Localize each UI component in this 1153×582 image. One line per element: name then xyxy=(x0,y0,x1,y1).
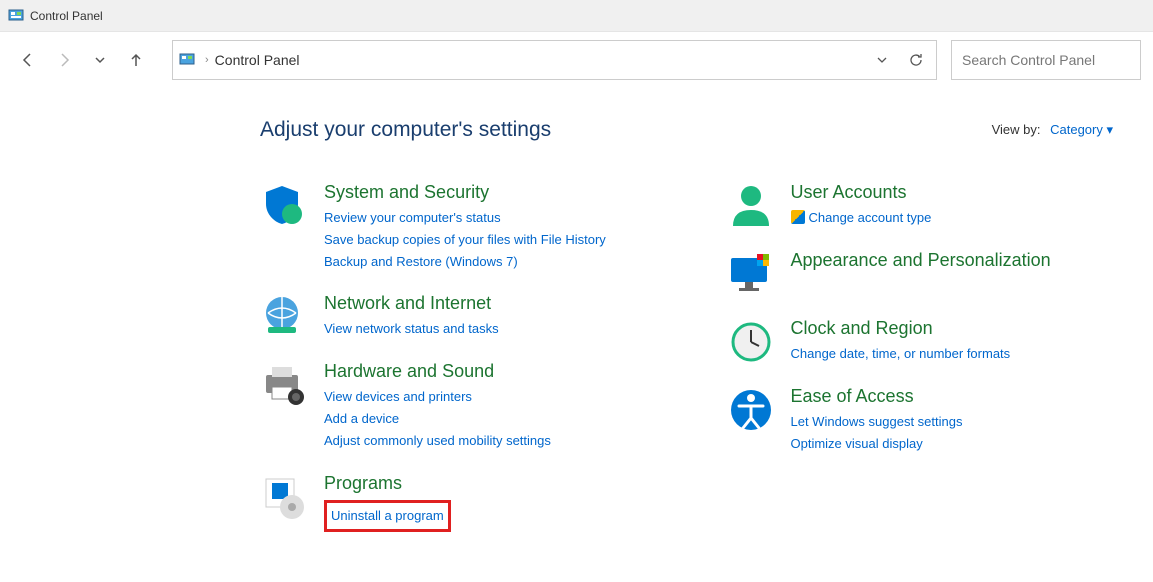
link-devices-printers[interactable]: View devices and printers xyxy=(324,386,551,408)
category-user-accounts: User Accounts Change account type xyxy=(727,182,1114,230)
search-input[interactable] xyxy=(962,52,1130,68)
programs-icon xyxy=(260,473,308,521)
toolbar: › Control Panel xyxy=(0,32,1153,88)
view-by-label: View by: xyxy=(992,122,1041,137)
link-backup-restore[interactable]: Backup and Restore (Windows 7) xyxy=(324,251,606,273)
right-column: User Accounts Change account type Appear… xyxy=(727,182,1114,552)
link-uninstall-program[interactable]: Uninstall a program xyxy=(331,508,444,523)
link-change-account-type[interactable]: Change account type xyxy=(791,207,932,229)
category-title[interactable]: Appearance and Personalization xyxy=(791,250,1051,271)
page-heading: Adjust your computer's settings xyxy=(260,118,551,142)
link-file-history[interactable]: Save backup copies of your files with Fi… xyxy=(324,229,606,251)
link-network-status[interactable]: View network status and tasks xyxy=(324,318,499,340)
link-mobility-settings[interactable]: Adjust commonly used mobility settings xyxy=(324,430,551,452)
window-title: Control Panel xyxy=(30,9,103,23)
control-panel-icon xyxy=(179,52,199,68)
user-icon xyxy=(727,182,775,230)
category-hardware: Hardware and Sound View devices and prin… xyxy=(260,361,647,452)
content-area: Adjust your computer's settings View by:… xyxy=(0,88,1153,582)
printer-icon xyxy=(260,361,308,409)
forward-button[interactable] xyxy=(48,44,80,76)
accessibility-icon xyxy=(727,386,775,434)
breadcrumb-separator-icon: › xyxy=(205,54,209,66)
link-add-device[interactable]: Add a device xyxy=(324,408,551,430)
globe-icon xyxy=(260,293,308,341)
link-review-status[interactable]: Review your computer's status xyxy=(324,207,606,229)
category-title[interactable]: Clock and Region xyxy=(791,318,1011,339)
category-ease-of-access: Ease of Access Let Windows suggest setti… xyxy=(727,386,1114,455)
view-by-dropdown[interactable]: Category ▾ xyxy=(1050,122,1113,137)
left-column: System and Security Review your computer… xyxy=(260,182,647,552)
category-system-security: System and Security Review your computer… xyxy=(260,182,647,273)
category-title[interactable]: User Accounts xyxy=(791,182,932,203)
up-button[interactable] xyxy=(120,44,152,76)
breadcrumb-path[interactable]: Control Panel xyxy=(215,52,862,68)
recent-locations-button[interactable] xyxy=(84,44,116,76)
category-clock: Clock and Region Change date, time, or n… xyxy=(727,318,1114,366)
category-programs: Programs Uninstall a program xyxy=(260,473,647,532)
category-title[interactable]: Network and Internet xyxy=(324,293,499,314)
monitor-icon xyxy=(727,250,775,298)
address-bar[interactable]: › Control Panel xyxy=(172,40,937,80)
category-appearance: Appearance and Personalization xyxy=(727,250,1114,298)
control-panel-icon xyxy=(8,8,24,24)
address-dropdown-button[interactable] xyxy=(868,46,896,74)
search-box[interactable] xyxy=(951,40,1141,80)
category-title[interactable]: Hardware and Sound xyxy=(324,361,551,382)
highlight-uninstall: Uninstall a program xyxy=(324,500,451,532)
shield-icon xyxy=(260,182,308,230)
category-title[interactable]: Programs xyxy=(324,473,451,494)
category-title[interactable]: Ease of Access xyxy=(791,386,963,407)
clock-icon xyxy=(727,318,775,366)
category-network: Network and Internet View network status… xyxy=(260,293,647,341)
view-by: View by: Category ▾ xyxy=(992,122,1113,138)
link-suggest-settings[interactable]: Let Windows suggest settings xyxy=(791,411,963,433)
back-button[interactable] xyxy=(12,44,44,76)
link-date-time-formats[interactable]: Change date, time, or number formats xyxy=(791,343,1011,365)
titlebar: Control Panel xyxy=(0,0,1153,32)
category-title[interactable]: System and Security xyxy=(324,182,606,203)
link-optimize-display[interactable]: Optimize visual display xyxy=(791,433,963,455)
refresh-button[interactable] xyxy=(902,46,930,74)
